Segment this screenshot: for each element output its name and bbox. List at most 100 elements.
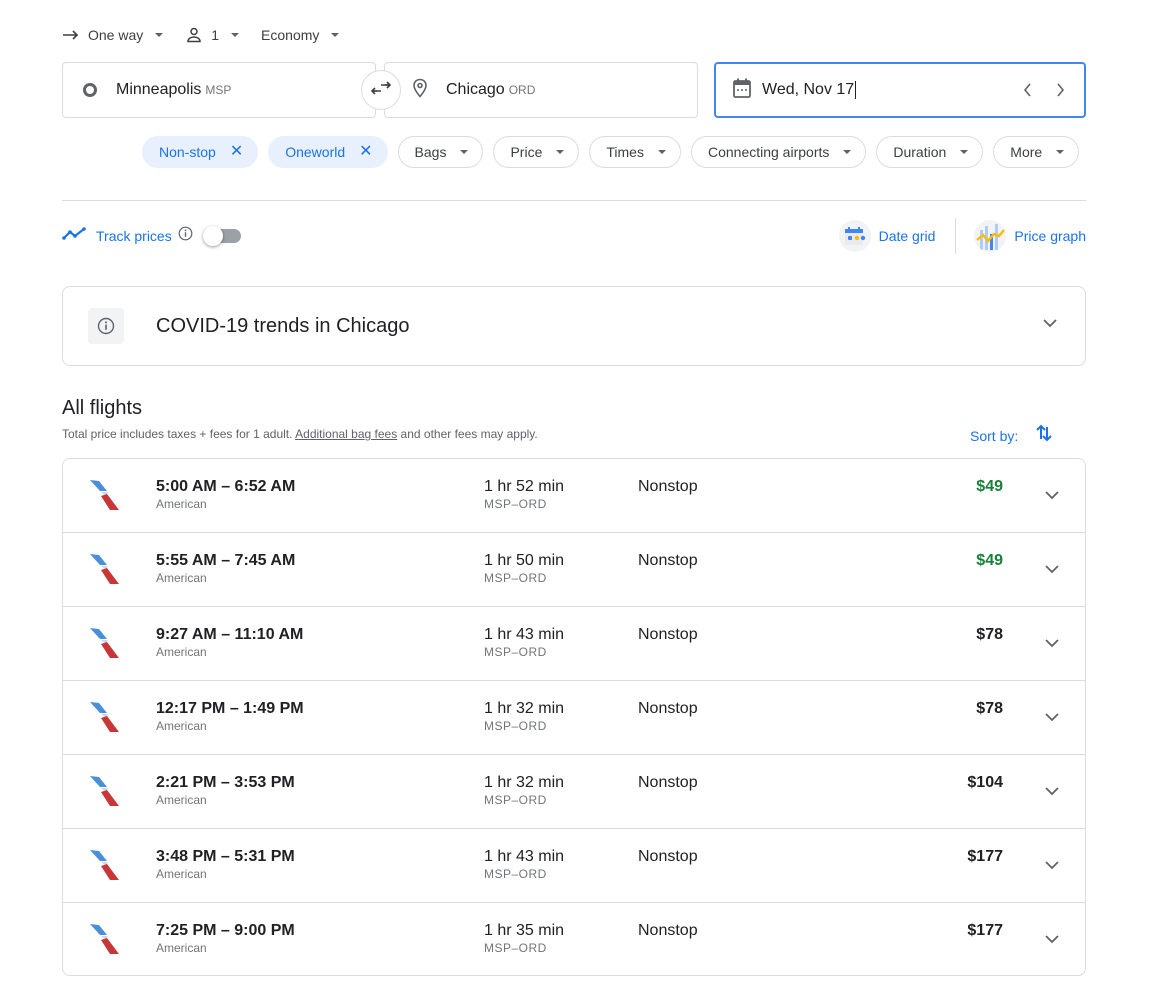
caret-down-icon xyxy=(1056,150,1065,154)
swap-button[interactable] xyxy=(361,70,401,110)
flight-duration: 1 hr 50 min xyxy=(484,552,565,569)
chevron-down-icon[interactable] xyxy=(1045,635,1059,653)
chevron-down-icon[interactable] xyxy=(1045,561,1059,579)
flight-route: MSP–ORD xyxy=(484,793,547,807)
flight-row[interactable]: 5:00 AM – 6:52 AM American 1 hr 52 min M… xyxy=(63,459,1085,533)
sort-button[interactable]: Sort by: xyxy=(970,423,1052,448)
person-icon xyxy=(185,26,203,44)
american-airlines-logo-icon xyxy=(87,847,127,888)
track-prices-toggle[interactable] xyxy=(202,226,241,246)
flight-duration: 1 hr 43 min xyxy=(484,848,565,865)
flight-stops: Nonstop xyxy=(638,848,698,865)
view-divider xyxy=(955,218,957,254)
flight-row[interactable]: 9:27 AM – 11:10 AM American 1 hr 43 min … xyxy=(63,607,1085,681)
price-graph-label: Price graph xyxy=(1014,228,1086,244)
filter-times[interactable]: Times xyxy=(589,136,681,168)
sort-arrows-icon xyxy=(1018,423,1052,448)
chevron-down-icon[interactable] xyxy=(1045,783,1059,801)
chevron-down-icon[interactable] xyxy=(1045,931,1059,949)
chip-label: Connecting airports xyxy=(707,144,830,160)
chip-label: More xyxy=(1010,144,1043,160)
chevron-down-icon[interactable] xyxy=(1043,315,1057,333)
remove-filter-icon[interactable]: ✕ xyxy=(359,144,372,160)
passengers-count: 1 xyxy=(211,27,220,43)
trip-options-bar: One way 1 Economy xyxy=(62,22,361,48)
chevron-down-icon[interactable] xyxy=(1045,857,1059,875)
covid-trends-card[interactable]: COVID-19 trends in Chicago xyxy=(62,286,1086,366)
sort-label: Sort by: xyxy=(970,427,1019,444)
flight-row[interactable]: 3:48 PM – 5:31 PM American 1 hr 43 min M… xyxy=(63,829,1085,903)
info-icon[interactable] xyxy=(178,226,193,246)
previous-date-button[interactable] xyxy=(1012,74,1044,106)
airline-name: American xyxy=(156,793,207,807)
filter-duration[interactable]: Duration xyxy=(876,136,984,168)
remove-filter-icon[interactable]: ✕ xyxy=(230,144,243,160)
track-prices-label[interactable]: Track prices xyxy=(96,228,172,244)
caret-down-icon xyxy=(331,33,340,37)
flight-row[interactable]: 5:55 AM – 7:45 AM American 1 hr 50 min M… xyxy=(63,533,1085,607)
airline-name: American xyxy=(156,645,207,659)
caret-down-icon xyxy=(843,150,852,154)
flight-times: 3:48 PM – 5:31 PM xyxy=(156,848,295,865)
flight-stops: Nonstop xyxy=(638,478,698,495)
track-prices: Track prices xyxy=(62,222,241,250)
flight-stops: Nonstop xyxy=(638,552,698,569)
price-graph-button[interactable]: Price graph xyxy=(974,220,1086,252)
chevron-down-icon[interactable] xyxy=(1045,709,1059,727)
flight-row[interactable]: 7:25 PM – 9:00 PM American 1 hr 35 min M… xyxy=(63,903,1085,975)
swap-arrows-icon xyxy=(370,79,392,102)
disclaimer-text: and other fees may apply. xyxy=(397,427,538,441)
flight-row[interactable]: 12:17 PM – 1:49 PM American 1 hr 32 min … xyxy=(63,681,1085,755)
chevron-down-icon[interactable] xyxy=(1045,487,1059,505)
flight-list: 5:00 AM – 6:52 AM American 1 hr 52 min M… xyxy=(62,458,1086,976)
next-date-button[interactable] xyxy=(1044,74,1076,106)
flight-stops: Nonstop xyxy=(638,626,698,643)
flight-price: $49 xyxy=(976,478,1003,495)
flight-price: $78 xyxy=(976,700,1003,717)
flight-stops: Nonstop xyxy=(638,700,698,717)
trip-type-selector[interactable]: One way xyxy=(62,27,164,43)
filter-chip-oneworld[interactable]: Oneworld ✕ xyxy=(268,136,388,168)
chip-label: Oneworld xyxy=(285,144,346,160)
caret-down-icon xyxy=(657,150,666,154)
caret-down-icon xyxy=(556,150,565,154)
departure-date-field[interactable]: Wed, Nov 17 xyxy=(714,62,1086,118)
flight-route: MSP–ORD xyxy=(484,645,547,659)
cabin-class-label: Economy xyxy=(261,27,320,43)
chevron-right-icon xyxy=(1057,83,1065,97)
date-grid-label: Date grid xyxy=(878,228,936,244)
additional-bag-fees-link[interactable]: Additional bag fees xyxy=(295,427,397,441)
flight-times: 5:55 AM – 7:45 AM xyxy=(156,552,296,569)
filter-bags[interactable]: Bags xyxy=(397,136,484,168)
origin-field[interactable]: Minneapolis MSP xyxy=(62,62,376,118)
flight-price: $49 xyxy=(976,552,1003,569)
flight-price: $177 xyxy=(967,848,1003,865)
date-grid-icon xyxy=(838,220,871,252)
filter-price[interactable]: Price xyxy=(493,136,580,168)
flight-times: 12:17 PM – 1:49 PM xyxy=(156,700,304,717)
cabin-class-selector[interactable]: Economy xyxy=(261,27,340,43)
destination-field[interactable]: Chicago ORD xyxy=(384,62,698,118)
airline-name: American xyxy=(156,941,207,955)
view-options: Date grid Price graph xyxy=(838,216,1086,256)
airline-name: American xyxy=(156,719,207,733)
chip-label: Non-stop xyxy=(159,144,216,160)
filter-more[interactable]: More xyxy=(993,136,1080,168)
toggle-knob xyxy=(202,226,223,246)
flight-row[interactable]: 2:21 PM – 3:53 PM American 1 hr 32 min M… xyxy=(63,755,1085,829)
caret-down-icon xyxy=(460,150,469,154)
flight-duration: 1 hr 52 min xyxy=(484,478,565,495)
chevron-left-icon xyxy=(1023,83,1031,97)
filter-chip-nonstop[interactable]: Non-stop ✕ xyxy=(142,136,259,168)
price-graph-icon xyxy=(974,220,1007,252)
flight-price: $177 xyxy=(967,922,1003,939)
flight-route: MSP–ORD xyxy=(484,571,547,585)
passengers-selector[interactable]: 1 xyxy=(185,26,240,44)
date-grid-button[interactable]: Date grid xyxy=(838,220,936,252)
destination-code: ORD xyxy=(508,83,536,97)
filter-connecting-airports[interactable]: Connecting airports xyxy=(690,136,867,168)
caret-down-icon xyxy=(960,150,969,154)
chip-label: Price xyxy=(510,144,543,160)
flight-stops: Nonstop xyxy=(638,774,698,791)
origin-city: Minneapolis xyxy=(116,81,202,98)
